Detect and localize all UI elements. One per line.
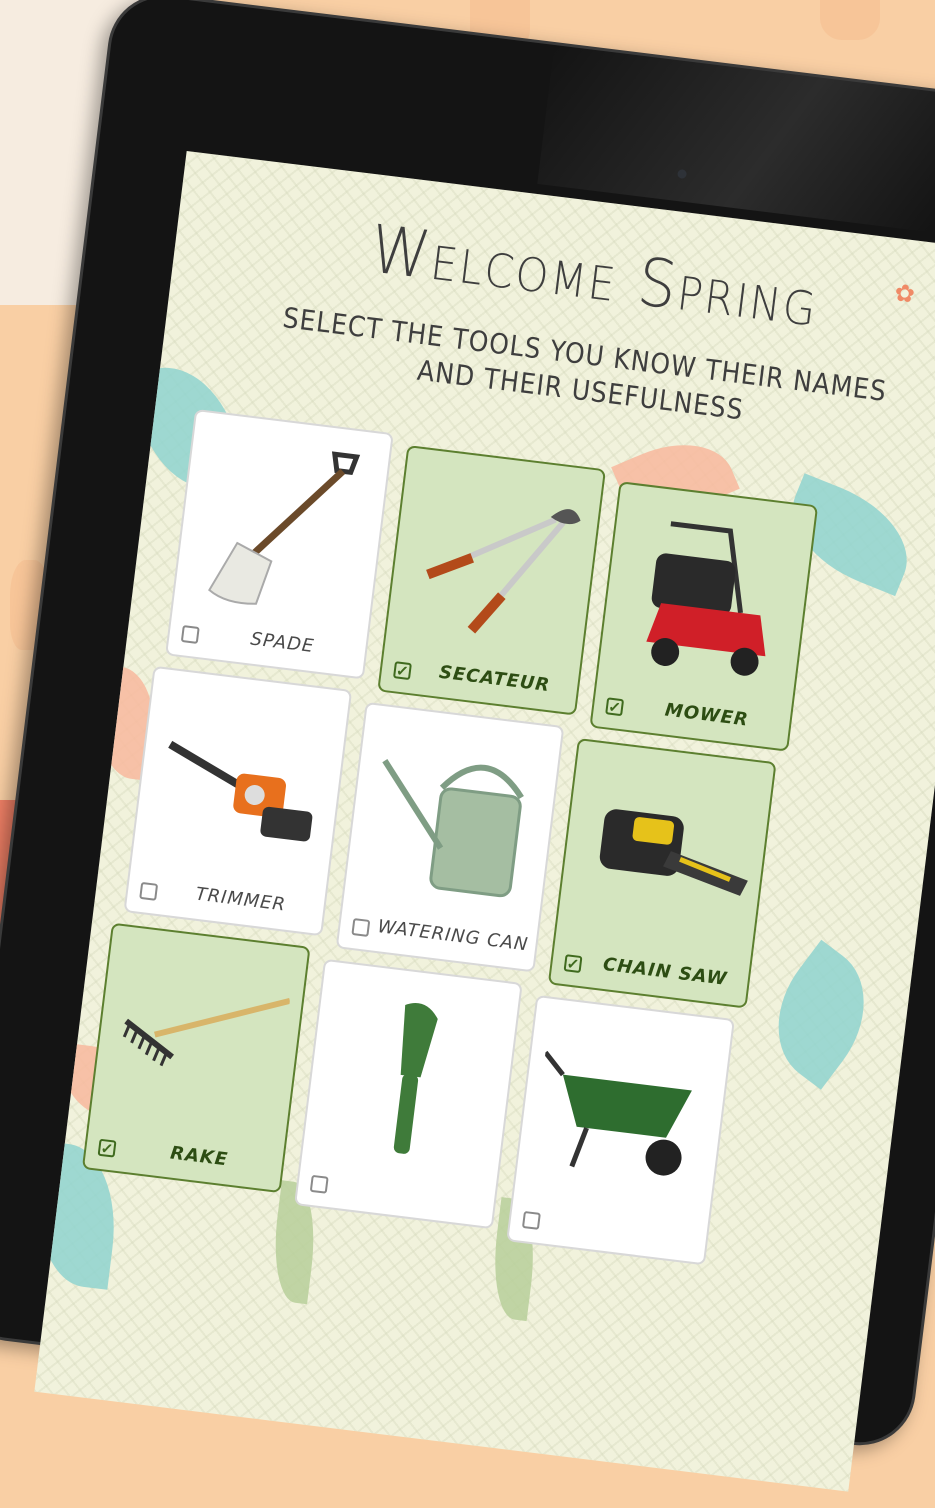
wheelbarrow-icon [543, 1050, 692, 1176]
tool-label: Chain saw [601, 953, 729, 990]
tool-label [548, 1209, 701, 1228]
tool-label: Spade [249, 628, 316, 658]
tablet-device: ✿ Welcome Spring Select the tools you kn… [0, 0, 935, 1492]
checkbox[interactable]: ✓ [605, 697, 625, 717]
checkbox[interactable]: ✓ [563, 954, 583, 974]
trimmer-icon [168, 740, 313, 842]
pot-silhouette [820, 0, 880, 40]
chain-saw-icon [599, 809, 748, 896]
tool-card-rake[interactable]: ✓ Rake [81, 922, 311, 1194]
tool-card-spade[interactable]: Spade [165, 408, 394, 680]
tool-card-watering-can[interactable]: Watering can [335, 701, 565, 973]
checkbox[interactable] [180, 625, 200, 644]
checkbox[interactable]: ✓ [392, 661, 412, 681]
tool-label: Secateur [437, 661, 552, 697]
trowel-icon [393, 1003, 438, 1154]
leaf-decoration [749, 939, 894, 1090]
tool-label: Rake [169, 1142, 230, 1171]
tool-card-mower[interactable]: ✓ Mower [589, 481, 819, 752]
tool-card-trimmer[interactable]: Trimmer [123, 665, 353, 937]
tool-card-secateur[interactable]: ✓ Secateur [377, 445, 606, 716]
tool-card-trowel[interactable] [294, 958, 523, 1230]
checkbox[interactable] [351, 917, 371, 937]
secateur-icon [426, 509, 581, 634]
tool-label: Mower [663, 699, 750, 731]
app-screen: ✿ Welcome Spring Select the tools you kn… [34, 150, 935, 1492]
rake-icon [122, 997, 291, 1067]
tool-card-wheelbarrow[interactable] [506, 994, 735, 1266]
mower-icon [646, 521, 766, 676]
checkbox[interactable] [521, 1210, 541, 1230]
tool-label: Watering can [376, 916, 530, 956]
watering-can-icon [382, 759, 524, 898]
checkbox[interactable] [139, 881, 159, 901]
tool-label [336, 1173, 489, 1192]
checkbox[interactable]: ✓ [97, 1138, 117, 1158]
spade-icon [208, 451, 361, 605]
tool-label: Trimmer [194, 883, 288, 916]
tool-card-chain-saw[interactable]: ✓ Chain saw [547, 738, 777, 1009]
